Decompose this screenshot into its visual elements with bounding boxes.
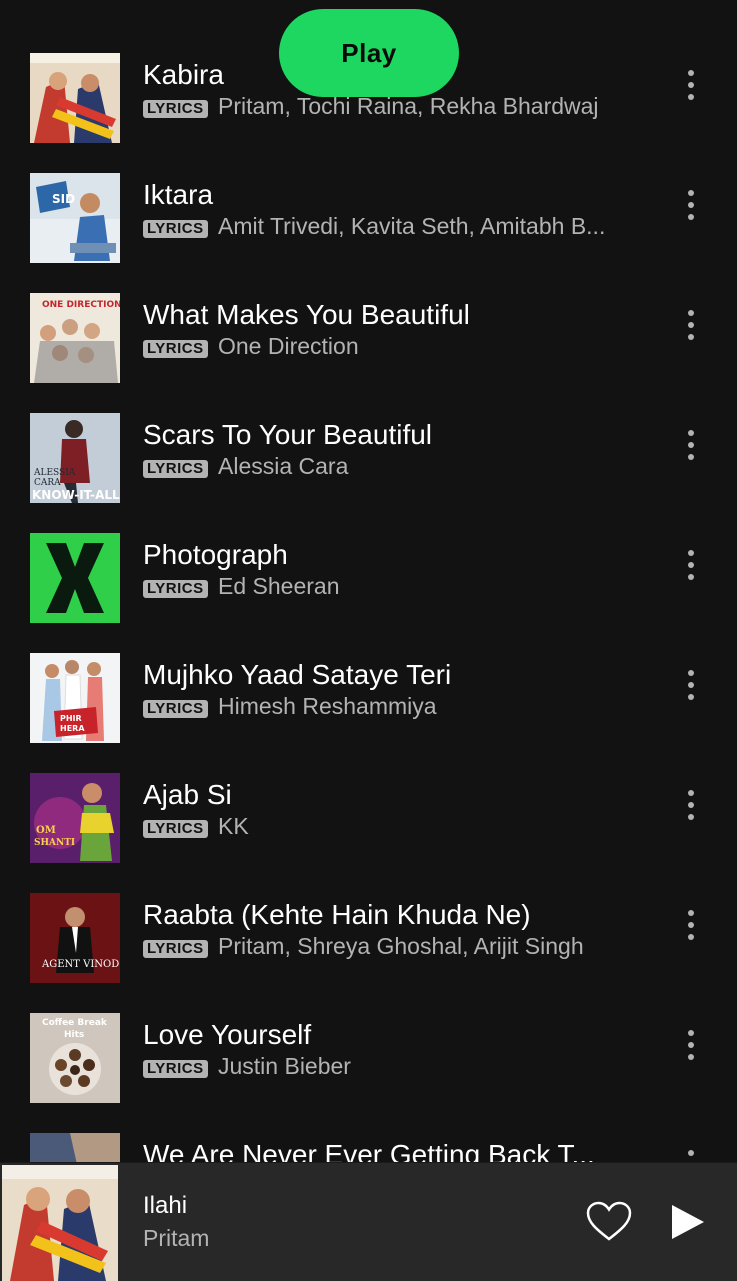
svg-text:AGENT VINOD: AGENT VINOD <box>41 959 119 970</box>
track-artist: Himesh Reshammiya <box>218 693 437 719</box>
track-title: Kabira <box>143 59 224 90</box>
more-options-icon[interactable] <box>676 428 706 462</box>
track-artist: Alessia Cara <box>218 453 349 479</box>
lyrics-badge: LYRICS <box>143 700 208 718</box>
svg-text:Coffee Break: Coffee Break <box>42 1018 108 1028</box>
track-row[interactable]: PHIR HERA Mujhko Yaad Sataye Teri LYRICS Him… <box>0 653 737 773</box>
svg-text:KNOW-IT-ALL: KNOW-IT-ALL <box>32 488 120 502</box>
track-row[interactable]: AGENT VINOD Raabta (Kehte Hain Khuda Ne) L… <box>0 893 737 1013</box>
svg-text:SHANTI: SHANTI <box>34 838 75 848</box>
track-artist: Justin Bieber <box>218 1053 351 1079</box>
track-row[interactable]: SID Iktara LYRICS Amit Trivedi, Kavita Seth… <box>0 173 737 293</box>
lyrics-badge: LYRICS <box>143 1060 208 1078</box>
play-button[interactable]: Play <box>279 9 459 97</box>
more-options-icon[interactable] <box>676 908 706 942</box>
svg-text:ONE DIRECTION: ONE DIRECTION <box>42 300 120 310</box>
track-title: Photograph <box>143 539 288 570</box>
now-playing-album-art <box>2 1165 118 1281</box>
track-title: Iktara <box>143 179 214 210</box>
track-artist: Ed Sheeran <box>218 573 340 599</box>
track-artist: Amit Trivedi, Kavita Seth, Amitabh B... <box>218 213 606 239</box>
more-options-icon[interactable] <box>676 308 706 342</box>
now-playing-title[interactable]: Ilahi <box>143 1191 187 1221</box>
more-options-icon[interactable] <box>676 1028 706 1062</box>
album-art <box>30 533 120 623</box>
track-row[interactable]: ALESSIA CARA KNOW-IT-ALL Scars To Your Beau… <box>0 413 737 533</box>
lyrics-badge: LYRICS <box>143 340 208 358</box>
album-art: ALESSIA CARA KNOW-IT-ALL <box>30 413 120 503</box>
lyrics-badge: LYRICS <box>143 820 208 838</box>
track-artist: Pritam, Shreya Ghoshal, Arijit Singh <box>218 933 584 959</box>
album-art: ONE DIRECTION <box>30 293 120 383</box>
track-row[interactable]: OM SHANTI Ajab Si LYRICS KK <box>0 773 737 893</box>
track-row[interactable]: Coffee Break Hits Love Yourself LYRICS Justi… <box>0 1013 737 1133</box>
track-title: Mujhko Yaad Sataye Teri <box>143 659 452 690</box>
track-artist: One Direction <box>218 333 359 359</box>
svg-text:HERA: HERA <box>60 724 85 733</box>
track-row[interactable]: ONE DIRECTION What Makes You Beautiful LYR… <box>0 293 737 413</box>
lyrics-badge: LYRICS <box>143 940 208 958</box>
album-art: PHIR HERA <box>30 653 120 743</box>
track-artist: KK <box>218 813 249 839</box>
album-art: SID <box>30 173 120 263</box>
track-row[interactable]: We Are Never Ever Getting Back T... <box>0 1133 737 1162</box>
track-row[interactable]: Photograph LYRICS Ed Sheeran <box>0 533 737 653</box>
album-art: AGENT VINOD <box>30 893 120 983</box>
svg-text:OM: OM <box>36 825 56 836</box>
svg-text:SID: SID <box>52 192 75 206</box>
lyrics-badge: LYRICS <box>143 100 208 118</box>
more-options-icon[interactable] <box>676 188 706 222</box>
track-title: Love Yourself <box>143 1019 312 1050</box>
track-title: What Makes You Beautiful <box>143 299 470 330</box>
heart-icon[interactable] <box>586 1201 632 1243</box>
more-options-icon[interactable] <box>676 1148 706 1162</box>
track-title: Scars To Your Beautiful <box>143 419 433 450</box>
more-options-icon[interactable] <box>676 668 706 702</box>
album-art: OM SHANTI <box>30 773 120 863</box>
track-title: Ajab Si <box>143 779 232 810</box>
track-title: Raabta (Kehte Hain Khuda Ne) <box>143 899 531 930</box>
svg-text:PHIR: PHIR <box>60 714 82 723</box>
album-art <box>30 1133 120 1162</box>
more-options-icon[interactable] <box>676 788 706 822</box>
track-list: Kabira LYRICS Pritam, Tochi Raina, Rekha B… <box>0 0 737 1162</box>
now-playing-bar[interactable]: Ilahi Pritam <box>0 1162 737 1281</box>
album-art <box>30 53 120 143</box>
lyrics-badge: LYRICS <box>143 220 208 238</box>
more-options-icon[interactable] <box>676 68 706 102</box>
album-art: Coffee Break Hits <box>30 1013 120 1103</box>
svg-text:ALESSIA: ALESSIA <box>33 468 76 478</box>
lyrics-badge: LYRICS <box>143 460 208 478</box>
more-options-icon[interactable] <box>676 548 706 582</box>
svg-text:Hits: Hits <box>64 1030 84 1040</box>
svg-text:CARA: CARA <box>34 478 61 488</box>
track-title: We Are Never Ever Getting Back T... <box>143 1139 595 1162</box>
now-playing-artist[interactable]: Pritam <box>143 1223 209 1253</box>
play-icon[interactable] <box>666 1201 708 1243</box>
lyrics-badge: LYRICS <box>143 580 208 598</box>
